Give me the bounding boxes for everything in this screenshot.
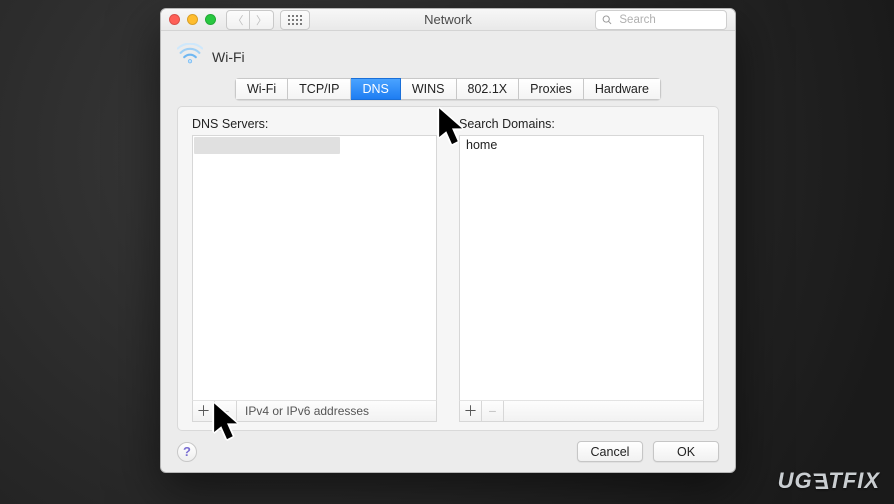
preferences-window: 〈 〉 Network	[160, 8, 736, 473]
tab-wifi[interactable]: Wi-Fi	[235, 78, 288, 100]
minus-icon: −	[221, 403, 229, 419]
bottom-bar: ? Cancel OK	[177, 441, 719, 462]
addr-hint: IPv4 or IPv6 addresses	[245, 404, 369, 418]
window-body: Wi-Fi Wi-Fi TCP/IP DNS WINS 802.1X Proxi…	[161, 31, 735, 472]
zoom-window-button[interactable]	[205, 14, 216, 25]
tab-hardware[interactable]: Hardware	[584, 78, 661, 100]
tab-8021x[interactable]: 802.1X	[457, 78, 520, 100]
connection-name: Wi-Fi	[212, 49, 245, 65]
remove-dns-server-button[interactable]: −	[215, 401, 237, 421]
chevron-right-icon: 〉	[256, 12, 267, 28]
minimize-window-button[interactable]	[187, 14, 198, 25]
nav-buttons: 〈 〉	[226, 10, 274, 30]
dns-server-row-redacted[interactable]	[194, 137, 340, 154]
dns-servers-column: DNS Servers: ＋ − IPv4 or IPv6 addresses	[192, 117, 437, 422]
tab-tcpip[interactable]: TCP/IP	[288, 78, 351, 100]
search-field[interactable]	[595, 10, 727, 30]
forward-button[interactable]: 〉	[250, 10, 274, 30]
search-domains-list[interactable]: home	[459, 135, 704, 400]
add-search-domain-button[interactable]: ＋	[460, 401, 482, 421]
tab-dns[interactable]: DNS	[351, 78, 400, 100]
search-input[interactable]	[617, 13, 720, 27]
back-button[interactable]: 〈	[226, 10, 250, 30]
tab-proxies[interactable]: Proxies	[519, 78, 584, 100]
chevron-left-icon: 〈	[233, 12, 244, 28]
watermark: UGETFIX	[778, 468, 880, 494]
ok-button[interactable]: OK	[653, 441, 719, 462]
dns-pane: DNS Servers: ＋ − IPv4 or IPv6 addresses	[177, 106, 719, 431]
add-dns-server-button[interactable]: ＋	[193, 401, 215, 421]
dns-servers-footer: ＋ − IPv4 or IPv6 addresses	[192, 400, 437, 422]
search-domain-row[interactable]: home	[460, 136, 703, 153]
cancel-button[interactable]: Cancel	[577, 441, 643, 462]
titlebar: 〈 〉 Network	[161, 9, 735, 31]
search-icon	[602, 14, 612, 26]
connection-header: Wi-Fi	[177, 43, 719, 70]
help-button[interactable]: ?	[177, 442, 197, 462]
grid-icon	[288, 15, 302, 25]
remove-search-domain-button[interactable]: −	[482, 401, 504, 421]
window-controls	[169, 14, 216, 25]
tab-wins[interactable]: WINS	[401, 78, 457, 100]
plus-icon: ＋	[464, 401, 478, 421]
wifi-icon	[177, 43, 203, 70]
minus-icon: −	[488, 403, 496, 419]
plus-icon: ＋	[197, 401, 211, 421]
search-domains-footer: ＋ −	[459, 400, 704, 422]
dns-servers-list[interactable]	[192, 135, 437, 400]
show-all-button[interactable]	[280, 10, 310, 30]
search-domains-label: Search Domains:	[459, 117, 704, 131]
tabs: Wi-Fi TCP/IP DNS WINS 802.1X Proxies Har…	[177, 78, 719, 100]
dns-servers-label: DNS Servers:	[192, 117, 437, 131]
search-domains-column: Search Domains: home ＋ −	[459, 117, 704, 422]
close-window-button[interactable]	[169, 14, 180, 25]
